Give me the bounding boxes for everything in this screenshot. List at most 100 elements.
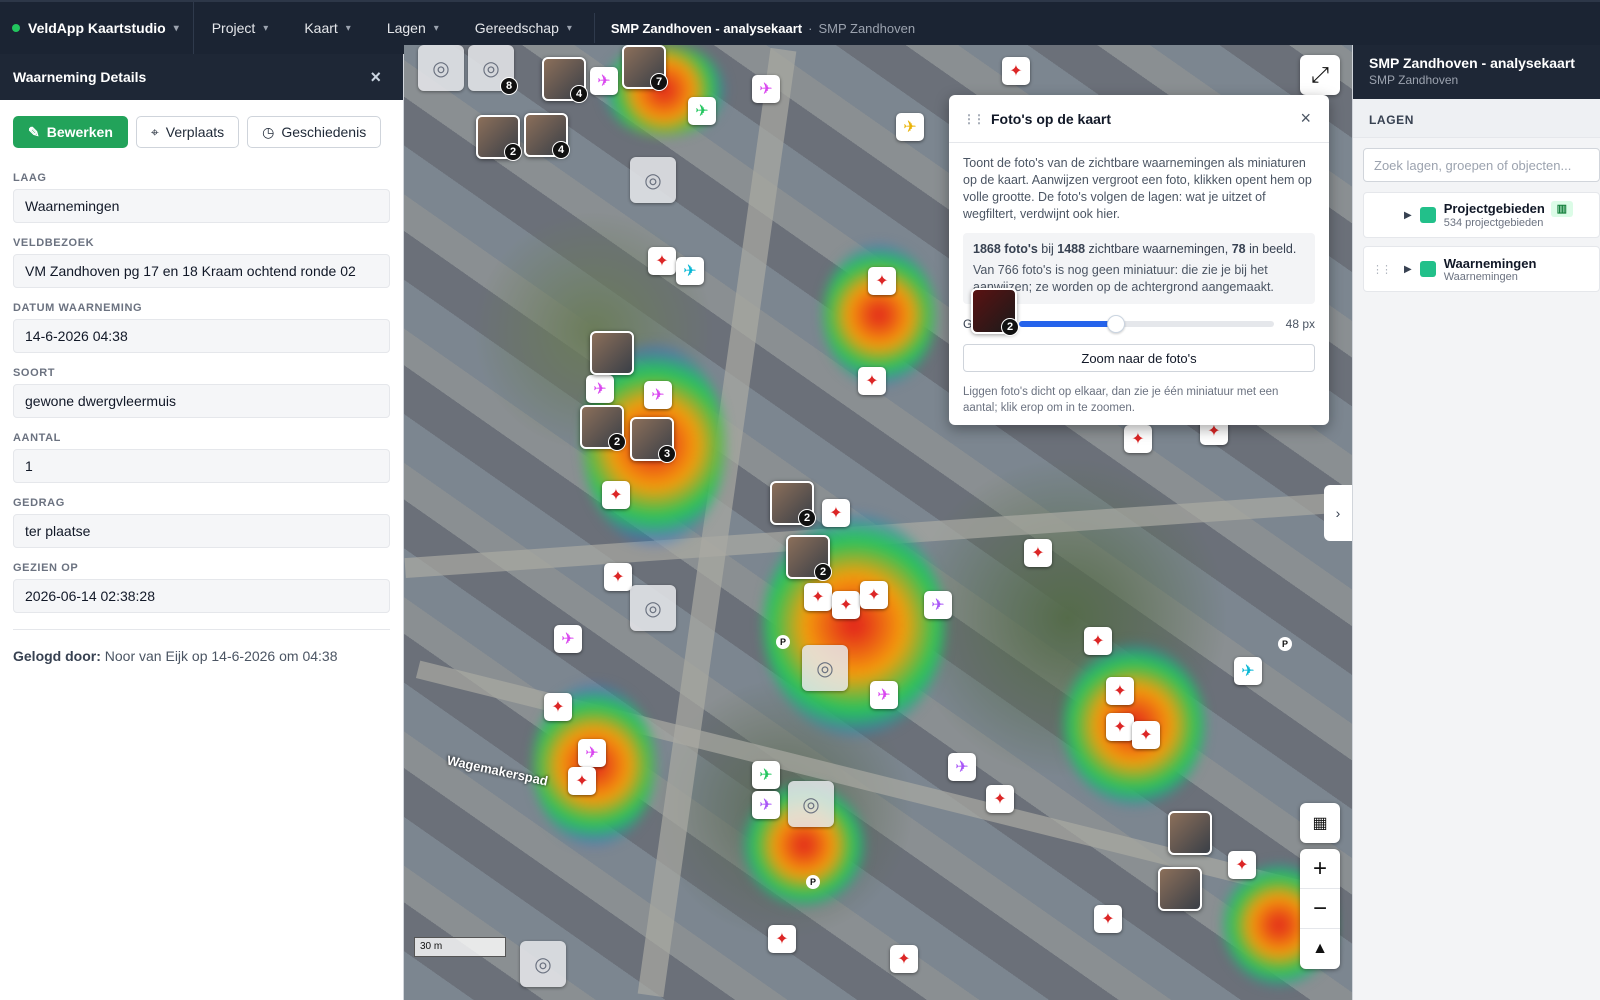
expand-triangle-icon[interactable]: ▶: [1404, 210, 1412, 221]
bird-icon[interactable]: ✈: [676, 257, 704, 285]
camera-icon[interactable]: ◎: [630, 157, 676, 203]
photo-thumbnail[interactable]: 2: [476, 115, 522, 161]
bat-icon[interactable]: ✦: [648, 247, 676, 275]
bat-icon[interactable]: ✦: [1132, 721, 1160, 749]
map-canvas[interactable]: ✈ ✈ ✈ ✦ ✈ ✦ ✈ ✦ ✦ ✈ ✈ ✦ ✦ ✦ ✦ ✦ ✦ ✈ ✈ ✦ …: [404, 45, 1352, 1000]
bat-icon[interactable]: ✦: [822, 499, 850, 527]
compass-icon[interactable]: ▲: [1300, 929, 1340, 969]
bird-icon[interactable]: ✈: [688, 97, 716, 125]
basemap-icon[interactable]: ▦: [1300, 803, 1340, 843]
chevron-right-icon[interactable]: ›: [1324, 485, 1352, 541]
photo-thumbnail[interactable]: [1158, 867, 1202, 911]
camera-icon[interactable]: ◎: [520, 941, 566, 987]
veldbezoek-field[interactable]: VM Zandhoven pg 17 en 18 Kraam ochtend r…: [13, 254, 390, 288]
move-button[interactable]: ⌖ Verplaats: [135, 116, 240, 148]
bat-icon[interactable]: ✦: [1002, 57, 1030, 85]
bird-icon[interactable]: ✈: [948, 753, 976, 781]
app-switcher[interactable]: VeldApp Kaartstudio ▾: [0, 2, 194, 54]
bird-icon[interactable]: ✈: [752, 791, 780, 819]
preview-thumbnail: 2: [971, 288, 1019, 336]
bird-icon[interactable]: ✈: [586, 375, 614, 403]
zoom-in-button[interactable]: +: [1300, 849, 1340, 889]
bat-icon[interactable]: ✦: [1094, 905, 1122, 933]
camera-icon[interactable]: ◎: [788, 781, 834, 827]
bat-icon[interactable]: ✦: [858, 367, 886, 395]
chevron-down-icon: ▾: [566, 22, 572, 34]
bat-icon[interactable]: ✦: [544, 693, 572, 721]
gedrag-field[interactable]: ter plaatse: [13, 514, 390, 548]
bat-icon[interactable]: ✦: [1106, 677, 1134, 705]
expand-triangle-icon[interactable]: ▶: [1404, 264, 1412, 275]
bird-icon[interactable]: ✈: [590, 67, 618, 95]
bird-icon[interactable]: ✈: [644, 381, 672, 409]
bat-icon[interactable]: ✦: [890, 945, 918, 973]
expand-icon[interactable]: ⤢: [1300, 55, 1340, 95]
datum-field[interactable]: 14-6-2026 04:38: [13, 319, 390, 353]
chevron-down-icon: ▾: [173, 22, 179, 34]
menu-kaart[interactable]: Kaart ▾: [286, 2, 369, 54]
photo-thumbnail[interactable]: 3: [630, 417, 676, 463]
slider-handle[interactable]: [1106, 315, 1125, 333]
field-soort: SOORT gewone dwergvleermuis: [0, 367, 403, 418]
details-title: Waarneming Details: [13, 69, 147, 85]
popup-title: Foto's op de kaart: [991, 110, 1112, 127]
photo-thumbnail[interactable]: [590, 331, 634, 375]
photo-thumbnail[interactable]: 4: [542, 57, 588, 103]
parking-icon: P: [806, 875, 820, 889]
laag-field[interactable]: Waarnemingen: [13, 189, 390, 223]
map-icon[interactable]: ▥: [1550, 201, 1573, 218]
edit-button[interactable]: ✎ Bewerken: [13, 116, 128, 148]
bat-icon[interactable]: ✦: [860, 581, 888, 609]
drag-handle-icon[interactable]: ⋮⋮: [1372, 263, 1392, 276]
bat-icon[interactable]: ✦: [604, 563, 632, 591]
bat-icon[interactable]: ✦: [868, 267, 896, 295]
photo-thumbnail[interactable]: 4: [524, 113, 570, 159]
camera-icon[interactable]: ◎ 8: [468, 45, 518, 95]
aantal-field[interactable]: 1: [13, 449, 390, 483]
bat-icon[interactable]: ✦: [832, 591, 860, 619]
bat-icon[interactable]: ✦: [768, 925, 796, 953]
drag-handle-icon[interactable]: ⋮⋮: [963, 112, 985, 126]
camera-icon[interactable]: ◎: [418, 45, 464, 91]
bat-icon[interactable]: ✦: [602, 481, 630, 509]
close-icon[interactable]: ×: [370, 67, 381, 88]
menu-project[interactable]: Project ▾: [194, 2, 287, 54]
bat-icon[interactable]: ✦: [1024, 539, 1052, 567]
bird-icon[interactable]: ✈: [1234, 657, 1262, 685]
bat-icon[interactable]: ✦: [804, 583, 832, 611]
photo-thumbnail[interactable]: 2: [580, 405, 626, 451]
camera-icon[interactable]: ◎: [630, 585, 676, 631]
zoom-to-photos-button[interactable]: Zoom naar de foto's: [963, 344, 1315, 372]
gezien-op-field[interactable]: 2026-06-14 02:38:28: [13, 579, 390, 613]
bat-icon[interactable]: ✦: [1084, 627, 1112, 655]
popup-header[interactable]: ⋮⋮ Foto's op de kaart ×: [949, 95, 1329, 143]
layer-search-input[interactable]: Zoek lagen, groepen of objecten...: [1363, 148, 1600, 182]
bird-icon[interactable]: ✈: [752, 761, 780, 789]
photo-thumbnail[interactable]: 7: [622, 45, 668, 91]
camera-icon[interactable]: ◎: [802, 645, 848, 691]
photo-thumbnail[interactable]: 2: [770, 481, 816, 527]
bird-icon[interactable]: ✈: [752, 75, 780, 103]
layer-projectgebieden[interactable]: ▶ Projectgebieden ▥ 534 projectgebieden: [1363, 192, 1600, 238]
bird-icon[interactable]: ✈: [578, 739, 606, 767]
bat-icon[interactable]: ✦: [986, 785, 1014, 813]
soort-field[interactable]: gewone dwergvleermuis: [13, 384, 390, 418]
bat-icon[interactable]: ✦: [1228, 851, 1256, 879]
close-icon[interactable]: ×: [1300, 108, 1311, 129]
pencil-icon: ✎: [28, 123, 40, 140]
bird-icon[interactable]: ✈: [870, 681, 898, 709]
bird-icon[interactable]: ✈: [924, 591, 952, 619]
bird-icon[interactable]: ✈: [896, 113, 924, 141]
photo-thumbnail[interactable]: 2: [786, 535, 832, 581]
layer-waarnemingen[interactable]: ⋮⋮ ▶ Waarnemingen Waarnemingen: [1363, 246, 1600, 292]
logged-by: Gelogd door: Noor van Eijk op 14-6-2026 …: [13, 648, 338, 664]
bat-icon[interactable]: ✦: [568, 767, 596, 795]
slider-track[interactable]: [1019, 315, 1274, 333]
bat-icon[interactable]: ✦: [1124, 425, 1152, 453]
zoom-out-button[interactable]: −: [1300, 889, 1340, 929]
details-header: Waarneming Details ×: [0, 54, 403, 100]
history-button[interactable]: ◷ Geschiedenis: [247, 116, 382, 148]
bat-icon[interactable]: ✦: [1106, 713, 1134, 741]
bird-icon[interactable]: ✈: [554, 625, 582, 653]
photo-thumbnail[interactable]: [1168, 811, 1212, 855]
